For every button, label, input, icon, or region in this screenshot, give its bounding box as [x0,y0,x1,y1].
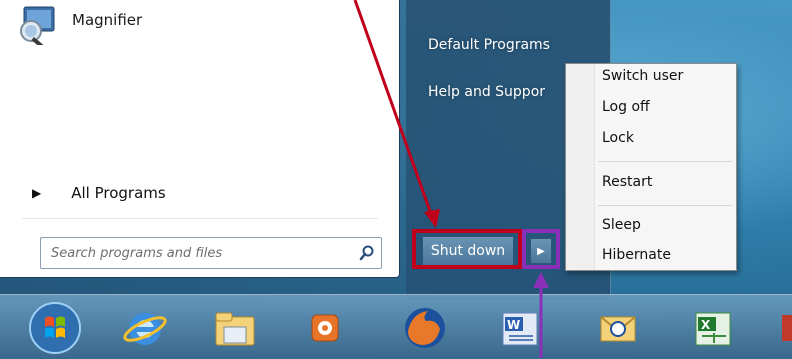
firefox-icon[interactable] [400,303,450,353]
magnifier-icon [18,5,58,45]
shutdown-highlight-box [412,229,522,269]
options-highlight-box [522,229,560,269]
all-programs-link[interactable]: ▶ All Programs [32,178,332,208]
default-programs-link[interactable]: Default Programs [428,37,550,53]
search-input[interactable] [49,239,353,267]
menu-item-log-off[interactable]: Log off [602,99,650,115]
menu-item-hibernate[interactable]: Hibernate [602,247,671,263]
menu-separator [598,205,732,206]
taskbar: W X [0,294,792,359]
svg-text:W: W [507,318,520,332]
outlook-icon[interactable] [593,303,643,353]
word-icon[interactable]: W [495,303,545,353]
all-programs-label: All Programs [71,184,166,202]
search-icon[interactable] [353,245,381,261]
triangle-right-icon: ▶ [32,186,42,200]
excel-icon[interactable]: X [688,303,738,353]
separator [22,218,378,219]
menu-item-sleep[interactable]: Sleep [602,217,641,233]
start-menu-left-pane: Magnifier ▶ All Programs [0,0,400,278]
program-item-magnifier[interactable]: Magnifier [18,0,378,50]
menu-item-restart[interactable]: Restart [602,174,652,190]
menu-gutter [566,64,595,270]
media-player-icon[interactable] [300,303,350,353]
start-orb-icon[interactable] [28,301,82,355]
search-box[interactable] [40,237,382,269]
menu-separator [598,161,732,162]
svg-text:X: X [701,318,711,332]
program-label: Magnifier [72,11,143,29]
menu-item-lock[interactable]: Lock [602,130,634,146]
internet-explorer-icon[interactable] [120,303,170,353]
help-and-support-link[interactable]: Help and Suppor [428,84,545,100]
file-explorer-icon[interactable] [210,303,260,353]
partial-app-icon[interactable] [778,303,792,353]
shutdown-options-menu: Switch user Log off Lock Restart Sleep H… [565,63,737,271]
menu-item-switch-user[interactable]: Switch user [602,68,683,84]
